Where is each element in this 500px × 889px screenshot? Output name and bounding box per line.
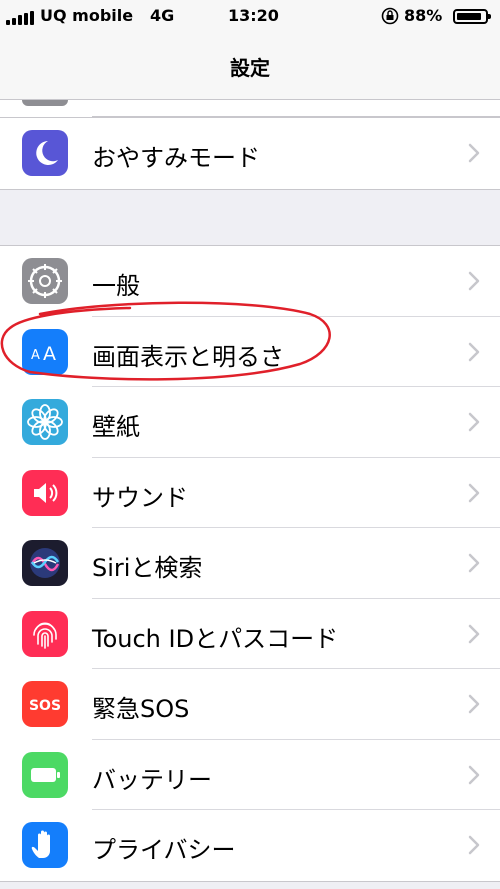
- row-label: Siriと検索: [92, 554, 203, 582]
- settings-row-touch-id-passcode[interactable]: Touch IDとパスコード: [0, 599, 500, 669]
- network-type: 4G: [150, 6, 175, 25]
- settings-group-main: 一般 A A 画面表示と明るさ 壁紙 サウンド Siriと検索 Touch ID…: [0, 245, 500, 882]
- chevron-right-icon: [468, 553, 480, 573]
- hand-icon: [22, 822, 68, 868]
- svg-text:A: A: [31, 348, 40, 363]
- chevron-right-icon: [468, 765, 480, 784]
- text-size-icon: A A: [22, 328, 68, 375]
- partial-row[interactable]: [0, 100, 500, 117]
- settings-row-do-not-disturb[interactable]: おやすみモード: [0, 118, 500, 189]
- settings-row-siri-search[interactable]: Siriと検索: [0, 528, 500, 599]
- chevron-right-icon: [468, 694, 480, 714]
- orientation-lock-icon: [381, 7, 399, 25]
- row-label: 壁紙: [92, 413, 140, 441]
- row-label: おやすみモード: [92, 144, 260, 172]
- chevron-right-icon: [468, 271, 480, 291]
- speaker-icon: [22, 469, 68, 516]
- siri-icon: [22, 540, 68, 586]
- row-label: プライバシー: [92, 836, 236, 864]
- battery-icon: [22, 751, 68, 798]
- settings-row-battery[interactable]: バッテリー: [0, 740, 500, 810]
- battery-icon: [453, 9, 491, 24]
- chevron-right-icon: [468, 624, 480, 643]
- row-label: 一般: [92, 272, 140, 300]
- settings-row-privacy[interactable]: プライバシー: [0, 810, 500, 881]
- page-title: 設定: [230, 56, 270, 80]
- partial-row-icon: [22, 100, 68, 106]
- signal-icon: [6, 11, 36, 25]
- battery-percent: 88%: [404, 6, 443, 25]
- chevron-right-icon: [468, 483, 480, 502]
- settings-row-display-brightness[interactable]: A A 画面表示と明るさ: [0, 317, 500, 387]
- chevron-right-icon: [468, 412, 480, 432]
- settings-row-emergency-sos[interactable]: SOS 緊急SOS: [0, 669, 500, 740]
- chevron-right-icon: [468, 835, 480, 855]
- flower-icon: [22, 399, 68, 445]
- gear-icon: [22, 258, 68, 304]
- svg-text:A: A: [43, 343, 56, 365]
- chevron-right-icon: [468, 143, 480, 163]
- sos-icon: SOS: [22, 681, 68, 727]
- settings-row-wallpaper[interactable]: 壁紙: [0, 387, 500, 458]
- clock: 13:20: [228, 6, 279, 25]
- row-label: 画面表示と明るさ: [92, 342, 284, 371]
- fingerprint-icon: [22, 610, 68, 657]
- carrier-name: UQ mobile: [40, 6, 134, 25]
- row-label: Touch IDとパスコード: [92, 624, 339, 653]
- settings-group-focus: おやすみモード: [0, 117, 500, 190]
- row-label: サウンド: [92, 483, 188, 512]
- status-bar: UQ mobile 4G 13:20 88%: [0, 0, 500, 34]
- moon-icon: [22, 130, 68, 176]
- chevron-right-icon: [468, 342, 480, 361]
- navigation-bar: 設定: [0, 34, 500, 100]
- svg-text:SOS: SOS: [29, 698, 61, 714]
- settings-row-sounds[interactable]: サウンド: [0, 458, 500, 528]
- row-label: 緊急SOS: [92, 695, 190, 723]
- settings-row-general[interactable]: 一般: [0, 246, 500, 317]
- row-label: バッテリー: [92, 765, 212, 794]
